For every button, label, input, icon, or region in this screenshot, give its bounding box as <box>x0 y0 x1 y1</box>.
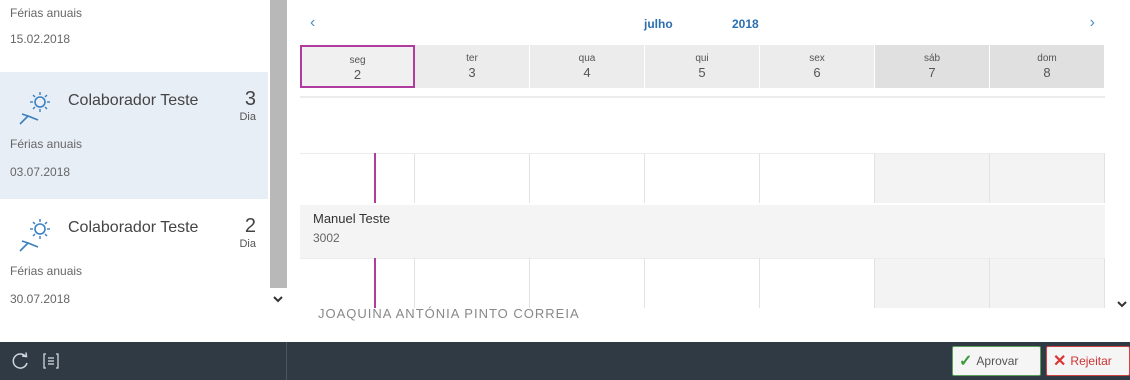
request-type: Férias anuais <box>10 137 83 151</box>
day-header-row: seg 2 ter 3 qua 4 qui 5 sex 6 sáb 7 dom … <box>300 45 1105 88</box>
day-name: qui <box>695 53 709 64</box>
day-number: 2 <box>353 67 362 82</box>
year-label[interactable]: 2018 <box>732 17 759 31</box>
calendar-cell[interactable] <box>990 258 1105 308</box>
employee-name: Colaborador Teste <box>68 219 199 236</box>
day-name: sex <box>809 53 825 64</box>
employee-name: Colaborador Teste <box>68 92 199 109</box>
calendar-cell[interactable] <box>530 258 645 308</box>
calendar-cell[interactable] <box>760 258 875 308</box>
vacation-icon <box>19 219 50 252</box>
month-label[interactable]: julho <box>644 17 673 31</box>
reject-label: Rejeitar <box>1070 354 1112 368</box>
day-count: 2 <box>244 215 256 237</box>
day-name: qua <box>578 53 596 64</box>
calendar-cell[interactable] <box>875 258 990 308</box>
employee-row[interactable]: Manuel Teste 3002 <box>300 205 1105 258</box>
day-header-sat[interactable]: sáb 7 <box>875 45 990 88</box>
day-count: 3 <box>244 88 256 110</box>
today-marker <box>374 258 376 308</box>
calendar-grid-row <box>300 153 1105 203</box>
header-divider <box>300 96 1105 98</box>
request-list: Férias anuais 15.02.2018 Colaborador Tes… <box>0 0 270 310</box>
day-header-mon[interactable]: seg 2 <box>300 45 415 88</box>
calendar-cell[interactable] <box>875 153 990 203</box>
chevron-down-icon[interactable] <box>1116 298 1128 310</box>
request-date: 30.07.2018 <box>10 292 71 306</box>
day-unit: Dia <box>239 238 256 250</box>
day-name: dom <box>1037 53 1057 64</box>
request-item-2[interactable]: Colaborador Teste 2 Dia Férias anuais 30… <box>0 199 268 310</box>
day-number: 5 <box>698 65 706 80</box>
close-icon: ✕ <box>1053 353 1067 370</box>
approve-label: Aprovar <box>976 354 1019 368</box>
approve-button[interactable]: ✓ Aprovar <box>952 346 1041 376</box>
refresh-icon[interactable] <box>10 351 30 371</box>
calendar-cell[interactable] <box>415 258 530 308</box>
request-date: 15.02.2018 <box>10 32 71 46</box>
day-number: 6 <box>813 65 821 80</box>
calendar-cell[interactable] <box>645 258 760 308</box>
previous-month-button[interactable]: ‹ <box>310 14 315 32</box>
employee-name: Manuel Teste <box>313 211 391 226</box>
footer-toolbar: ✓ Aprovar ✕ Rejeitar <box>0 342 1130 380</box>
request-type: Férias anuais <box>10 264 83 278</box>
day-number: 7 <box>928 65 936 80</box>
request-item-1[interactable]: Colaborador Teste 3 Dia Férias anuais 03… <box>0 72 268 199</box>
check-icon: ✓ <box>959 353 973 370</box>
calendar-cell[interactable] <box>530 153 645 203</box>
calendar-cell[interactable] <box>645 153 760 203</box>
request-date: 03.07.2018 <box>10 165 71 179</box>
employee-name-partial: JOAQUINA ANTÓNIA PINTO CORREIA <box>318 306 580 321</box>
day-number: 3 <box>468 65 476 80</box>
day-name: seg <box>349 55 366 66</box>
day-unit: Dia <box>239 111 256 123</box>
day-header-sun[interactable]: dom 8 <box>990 45 1105 88</box>
next-month-button[interactable]: › <box>1090 14 1095 32</box>
calendar-grid-row <box>300 258 1105 308</box>
chevron-down-icon[interactable] <box>272 293 284 305</box>
calendar-cell[interactable] <box>990 153 1105 203</box>
calendar-cell[interactable] <box>300 153 415 203</box>
vacation-icon <box>19 92 50 125</box>
day-number: 8 <box>1043 65 1051 80</box>
reject-button[interactable]: ✕ Rejeitar <box>1046 346 1130 376</box>
calendar-header: ‹ julho 2018 › <box>300 0 1105 42</box>
request-type: Férias anuais <box>10 6 83 20</box>
day-header-tue[interactable]: ter 3 <box>415 45 530 88</box>
calendar-cell[interactable] <box>760 153 875 203</box>
list-scrollbar-thumb[interactable] <box>270 0 287 288</box>
calendar-cell[interactable] <box>415 153 530 203</box>
calendar-cell[interactable] <box>300 258 415 308</box>
day-name: ter <box>466 53 478 64</box>
day-name: sáb <box>923 53 941 64</box>
day-header-thu[interactable]: qui 5 <box>645 45 760 88</box>
day-number: 4 <box>583 65 591 80</box>
day-header-wed[interactable]: qua 4 <box>530 45 645 88</box>
list-view-icon[interactable] <box>43 353 59 369</box>
today-marker <box>374 153 376 203</box>
request-top[interactable]: Férias anuais 15.02.2018 <box>10 6 82 46</box>
footer-divider <box>286 342 287 380</box>
employee-id: 3002 <box>313 231 340 245</box>
week-calendar: ‹ julho 2018 › seg 2 ter 3 qua 4 qui 5 s… <box>300 0 1105 321</box>
day-header-fri[interactable]: sex 6 <box>760 45 875 88</box>
